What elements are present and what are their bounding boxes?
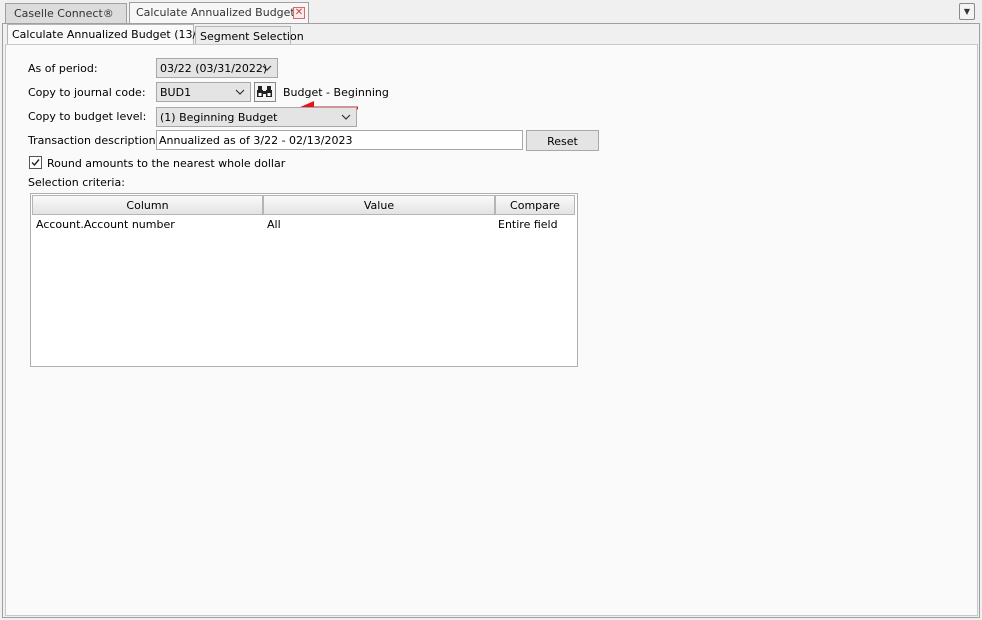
grid-cell-compare[interactable]: Entire field (498, 218, 558, 231)
journal-code-description: Budget - Beginning (283, 86, 389, 99)
transaction-description-label: Transaction description: (28, 134, 160, 147)
reset-button-label: Reset (547, 135, 578, 148)
doc-tab-caselle-connect[interactable]: Caselle Connect® (5, 3, 127, 23)
as-of-period-label: As of period: (28, 62, 98, 75)
selection-criteria-label: Selection criteria: (28, 176, 125, 189)
as-of-period-select[interactable]: 03/22 (03/31/2022) (156, 58, 278, 78)
close-tab-icon[interactable]: ✕ (293, 7, 305, 19)
lookup-binoculars-button[interactable] (254, 82, 276, 102)
transaction-description-value: Annualized as of 3/22 - 02/13/2023 (159, 134, 353, 147)
grid-cell-value[interactable]: All (267, 218, 281, 231)
tab-label: Segment Selection (200, 30, 304, 43)
chevron-down-icon (262, 65, 272, 71)
binoculars-icon (257, 86, 272, 97)
column-header-column[interactable]: Column (32, 195, 263, 215)
main-window: Calculate Annualized Budget (13/YY) Segm… (2, 23, 980, 618)
chevron-down-icon (341, 114, 351, 120)
grid-cell-column[interactable]: Account.Account number (36, 218, 175, 231)
budget-level-select[interactable]: (1) Beginning Budget (156, 107, 357, 127)
budget-level-label: Copy to budget level: (28, 110, 147, 123)
form-panel: As of period: 03/22 (03/31/2022) Copy to… (5, 44, 978, 616)
tab-label: Calculate Annualized Budget (13/YY) (12, 28, 214, 41)
chevron-down-icon (235, 89, 245, 95)
journal-code-label: Copy to journal code: (28, 86, 146, 99)
column-header-value[interactable]: Value (263, 195, 495, 215)
reset-button[interactable]: Reset (526, 130, 599, 151)
checkmark-icon (31, 159, 40, 167)
round-amounts-label: Round amounts to the nearest whole dolla… (47, 157, 286, 170)
document-tab-bar: Caselle Connect® Calculate Annualized Bu… (0, 0, 982, 24)
journal-code-select[interactable]: BUD1 (156, 82, 251, 102)
budget-level-value: (1) Beginning Budget (160, 111, 278, 124)
doc-tab-label: Caselle Connect® (14, 7, 114, 20)
tab-calculate-annualized-budget[interactable]: Calculate Annualized Budget (13/YY) (7, 24, 214, 45)
doc-tab-label: Calculate Annualized Budget... (136, 6, 306, 19)
tab-segment-selection[interactable]: Segment Selection (195, 26, 304, 44)
column-header-compare[interactable]: Compare (495, 195, 575, 215)
tab-list-dropdown-icon[interactable]: ▼ (959, 3, 975, 20)
transaction-description-input[interactable]: Annualized as of 3/22 - 02/13/2023 (156, 130, 523, 150)
as-of-period-value: 03/22 (03/31/2022) (160, 62, 268, 75)
round-amounts-checkbox[interactable] (29, 156, 42, 169)
selection-criteria-grid: Column Value Compare Account.Account num… (30, 193, 578, 367)
journal-code-value: BUD1 (160, 86, 192, 99)
doc-tab-calculate-annualized-budget[interactable]: Calculate Annualized Budget... ✕ (129, 2, 309, 24)
